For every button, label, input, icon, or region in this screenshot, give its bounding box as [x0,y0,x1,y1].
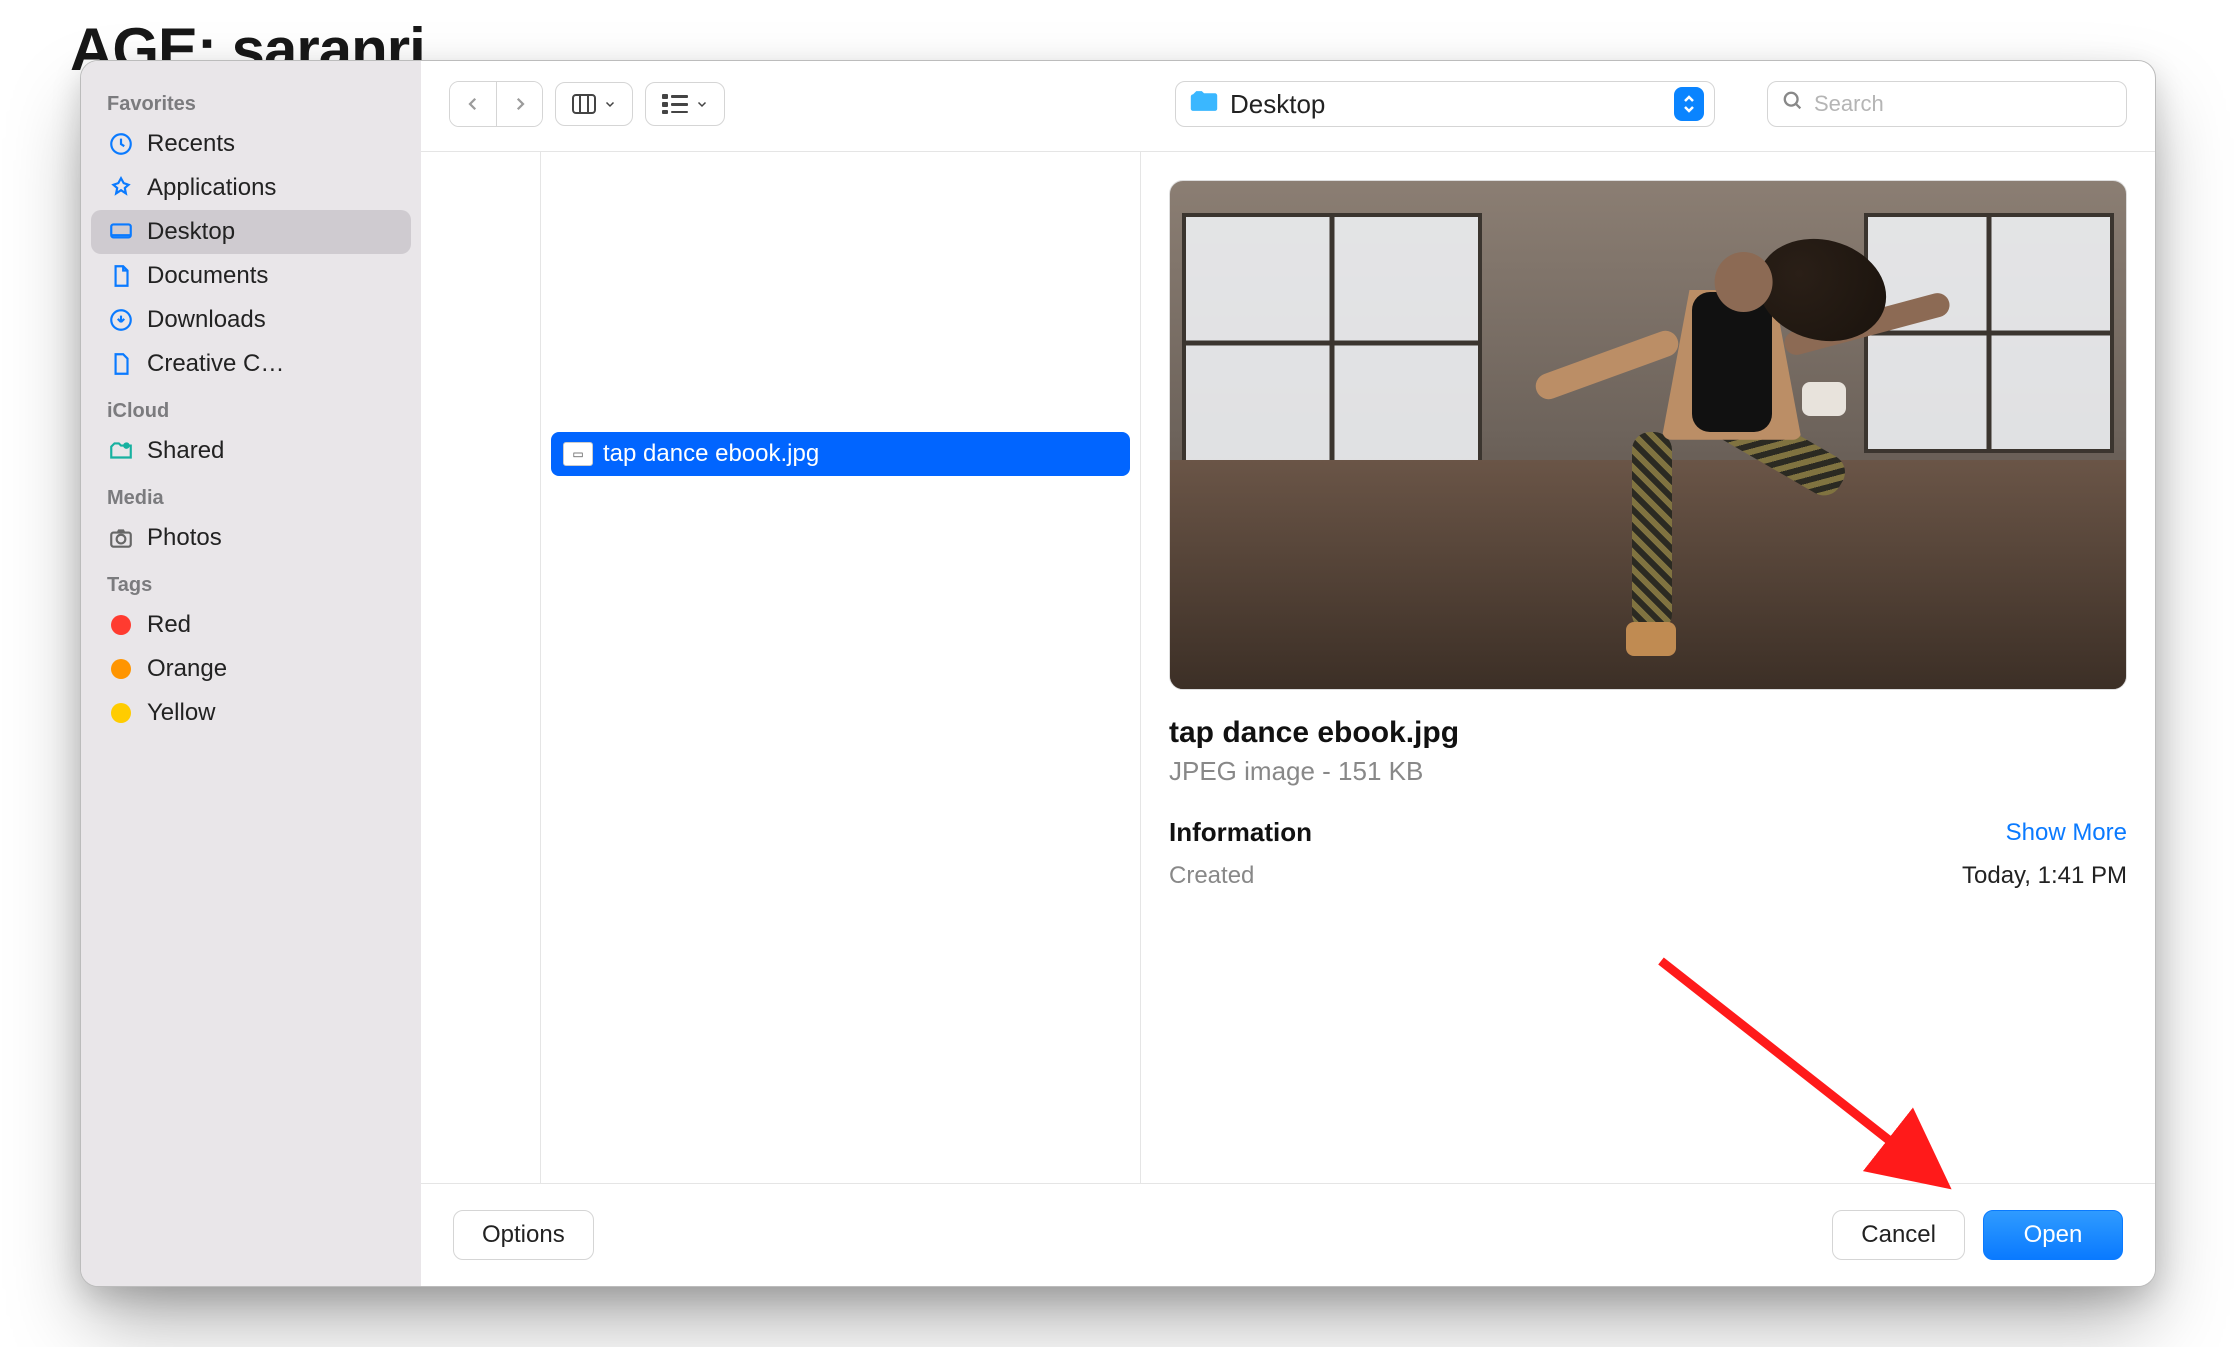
sidebar-heading-media: Media [91,473,411,516]
chevron-down-icon [696,98,708,110]
camera-icon [107,524,135,552]
tag-dot-icon [107,655,135,683]
file-item-selected[interactable]: ▭ tap dance ebook.jpg [551,432,1130,476]
sidebar-item-label: Red [147,611,191,639]
apps-icon [107,174,135,202]
sidebar-item-label: Recents [147,130,235,158]
open-button[interactable]: Open [1983,1210,2123,1260]
image-thumb-icon: ▭ [563,442,593,466]
column-empty-left [421,152,541,1183]
clock-icon [107,130,135,158]
location-label: Desktop [1230,89,1325,120]
file-icon [107,350,135,378]
file-list-column: ▭ tap dance ebook.jpg [541,152,1141,1183]
info-row-created: Created Today, 1:41 PM [1169,862,2127,890]
open-file-dialog: Favorites Recents Applications Desktop [80,60,2156,1287]
sidebar-item-applications[interactable]: Applications [91,166,411,210]
sidebar-item-label: Orange [147,655,227,683]
info-value: Today, 1:41 PM [1962,862,2127,890]
info-key: Created [1169,862,1254,890]
back-button[interactable] [450,82,496,126]
updown-chevron-icon [1674,87,1704,121]
forward-button[interactable] [496,82,542,126]
cancel-button[interactable]: Cancel [1832,1210,1965,1260]
sidebar-item-shared[interactable]: Shared [91,429,411,473]
sidebar-heading-tags: Tags [91,560,411,603]
sidebar-item-creative-cloud[interactable]: Creative C… [91,342,411,386]
sidebar-heading-icloud: iCloud [91,386,411,429]
search-icon [1782,90,1804,119]
options-button[interactable]: Options [453,1210,594,1260]
search-input[interactable] [1814,91,2112,117]
file-item-label: tap dance ebook.jpg [603,440,819,468]
document-icon [107,262,135,290]
search-field[interactable] [1767,81,2127,127]
toolbar: Desktop [421,61,2155,152]
sidebar-item-photos[interactable]: Photos [91,516,411,560]
preview-file-meta: JPEG image - 151 KB [1169,756,2127,787]
info-heading: Information [1169,817,1312,848]
preview-pane: tap dance ebook.jpg JPEG image - 151 KB … [1141,152,2155,1183]
sidebar-item-documents[interactable]: Documents [91,254,411,298]
sidebar-item-label: Yellow [147,699,216,727]
nav-history-group [449,81,543,127]
sidebar: Favorites Recents Applications Desktop [81,61,421,1286]
preview-image [1169,180,2127,690]
sidebar-item-label: Documents [147,262,268,290]
tag-dot-icon [107,611,135,639]
location-popup-button[interactable]: Desktop [1175,81,1715,127]
sidebar-item-label: Applications [147,174,276,202]
show-more-button[interactable]: Show More [2006,819,2127,847]
group-by-button[interactable] [645,82,725,126]
sidebar-item-label: Photos [147,524,222,552]
tag-dot-icon [107,699,135,727]
sidebar-tag-yellow[interactable]: Yellow [91,691,411,735]
sidebar-heading-favorites: Favorites [91,79,411,122]
sidebar-tag-red[interactable]: Red [91,603,411,647]
sidebar-item-recents[interactable]: Recents [91,122,411,166]
shared-folder-icon [107,437,135,465]
sidebar-item-label: Shared [147,437,224,465]
sidebar-item-label: Desktop [147,218,235,246]
content-columns: ▭ tap dance ebook.jpg [421,152,2155,1183]
sidebar-item-desktop[interactable]: Desktop [91,210,411,254]
download-icon [107,306,135,334]
view-columns-button[interactable] [555,82,633,126]
folder-icon [1190,90,1218,119]
sidebar-item-label: Creative C… [147,350,284,378]
sidebar-tag-orange[interactable]: Orange [91,647,411,691]
main-area: Desktop ▭ ta [421,61,2155,1286]
sidebar-item-downloads[interactable]: Downloads [91,298,411,342]
desktop-icon [107,218,135,246]
sidebar-item-label: Downloads [147,306,266,334]
dialog-footer: Options Cancel Open [421,1183,2155,1286]
chevron-down-icon [604,98,616,110]
preview-filename: tap dance ebook.jpg [1169,716,2127,750]
